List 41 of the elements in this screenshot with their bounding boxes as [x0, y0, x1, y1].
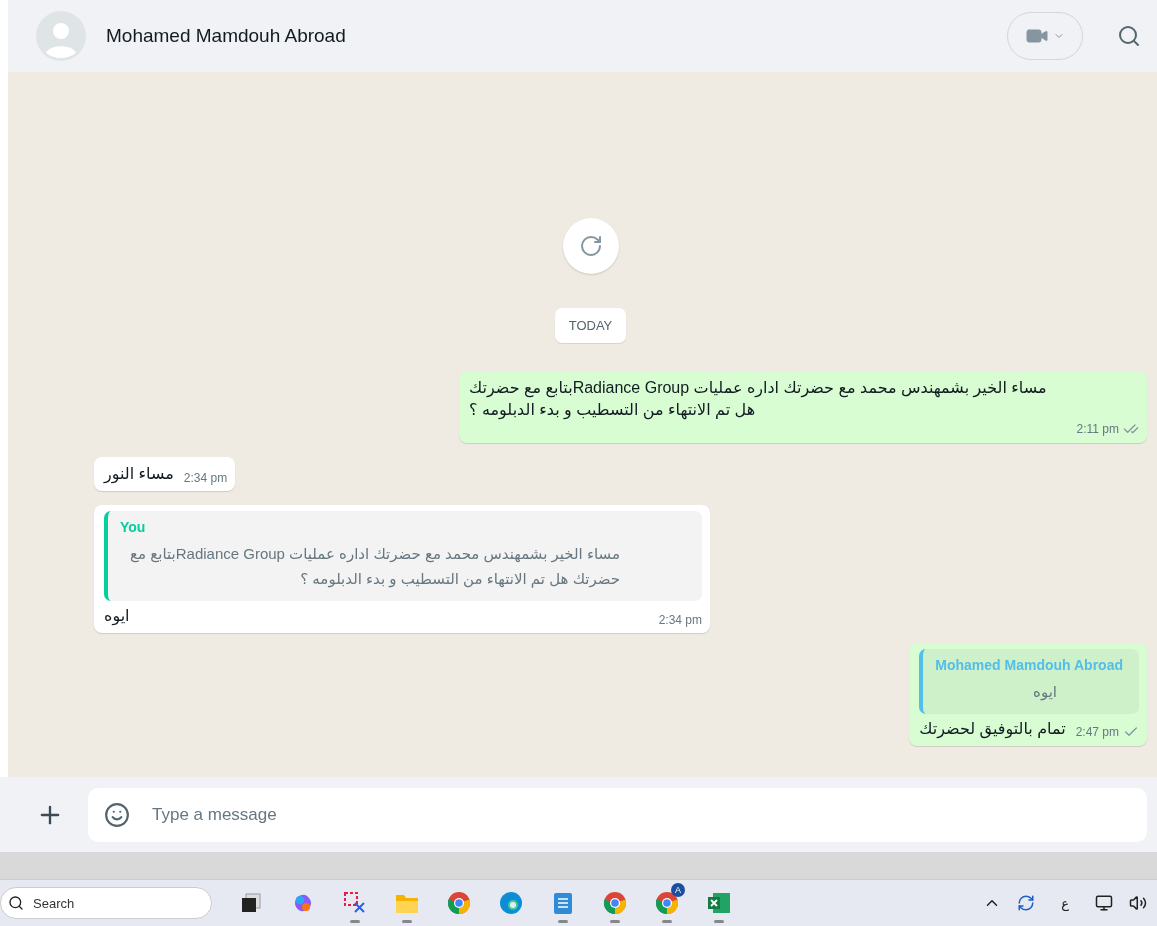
sticker-icon[interactable]: [104, 801, 130, 828]
message-input[interactable]: Type a message: [88, 787, 1147, 842]
message-text: تمام بالتوفيق لحضرتك: [919, 719, 1066, 740]
message-text: مساء الخير بشمهندس محمد مع حضرتك اداره عمليات Radiance Groupبتابع مع حضرتك هل تم الانتهاء من التسطيب و بدء الدبلومه ؟: [469, 378, 1048, 421]
notepad-icon: [553, 891, 573, 915]
profile-badge: A: [671, 883, 685, 897]
browser-icon: [655, 891, 679, 915]
reload-button[interactable]: [562, 218, 619, 274]
message-time: 2:34 pm: [658, 613, 702, 627]
quoted-author: Mohamed Mamdouh Abroad: [935, 657, 1124, 673]
message-time: 2:34 pm: [183, 471, 228, 485]
search-icon: [8, 895, 24, 911]
taskbar-search-field[interactable]: Search: [0, 887, 212, 919]
sync-icon[interactable]: [1017, 894, 1036, 912]
quoted-text: ايوه: [1032, 682, 1058, 703]
quoted-text: مساء الخير بشمهندس محمد مع حضرتك اداره عمليات Radiance Groupبتابع مع حضرتك هل تم الانتهاء من التسطيب و بدء الدبلومه ؟: [129, 544, 621, 590]
wave-browser-icon: [499, 891, 523, 915]
input-language[interactable]: ع: [1051, 895, 1079, 911]
taskbar-app-button[interactable]: A: [647, 883, 687, 923]
speaker-icon[interactable]: [1129, 894, 1147, 912]
running-indicator: [714, 920, 724, 923]
browser-icon: [447, 891, 471, 915]
running-indicator: [402, 920, 412, 923]
contact-name: Mohamed Mamdouh Abroad: [106, 25, 347, 47]
reload-icon: [578, 234, 603, 258]
date-label: TODAY: [554, 308, 627, 343]
running-indicator: [350, 920, 360, 923]
browser-icon: [603, 891, 627, 915]
running-indicator: [662, 920, 672, 923]
spreadsheet-icon: [707, 891, 731, 915]
folder-icon: [395, 892, 419, 914]
message-time: 2:47 pm: [1075, 725, 1119, 739]
running-indicator: [558, 920, 568, 923]
search-icon: [1117, 24, 1141, 48]
message-text: مساء النور: [104, 464, 174, 485]
quoted-author: You: [120, 519, 147, 535]
message-text: ايوه: [104, 606, 130, 627]
message-time: 2:11 pm: [1076, 422, 1119, 436]
running-indicator: [610, 920, 620, 923]
scissors-icon: [343, 891, 367, 915]
search-button[interactable]: [1117, 24, 1141, 48]
